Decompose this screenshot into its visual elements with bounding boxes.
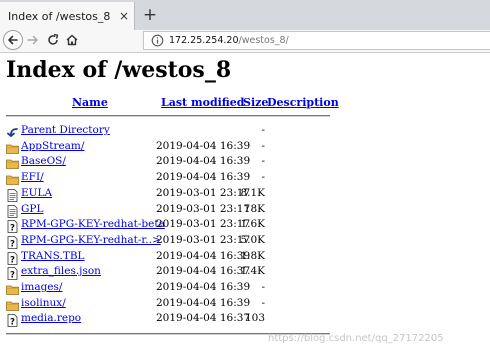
back-button[interactable] [3,30,23,50]
file-link[interactable]: EFI/ [21,171,44,183]
last-modified-cell: 2019-04-04 16:37 [156,312,251,325]
size-cell: 8.1K [240,186,265,199]
size-column-header[interactable]: Size [243,96,268,109]
last-modified-cell: 2019-03-01 23:17 [156,233,251,246]
file-row: ? TRANS.TBL 2019-04-04 16:39 1.8K [6,249,336,265]
file-row: ? RPM-GPG-KEY-redhat-r..> 2019-03-01 23:17… [6,233,336,249]
svg-text:?: ? [10,223,15,233]
file-row: GPL 2019-03-01 23:17 18K [6,202,336,218]
file-link[interactable]: BaseOS/ [21,155,66,167]
svg-text:?: ? [10,318,15,328]
last-modified-cell: 2019-04-04 16:39 [156,249,251,262]
size-cell: - [261,155,265,168]
file-link[interactable]: GPL [21,203,43,215]
size-cell: - [261,281,265,293]
forward-button[interactable] [26,32,40,48]
site-info-icon[interactable] [151,34,164,47]
size-cell: 103 [244,312,265,325]
url-text[interactable]: 172.25.254.20/westos_8/ [169,35,289,46]
description-column-header[interactable]: Description [267,96,339,109]
file-row: EFI/2019-04-04 16:39- [6,170,336,185]
home-button[interactable] [65,32,79,48]
unknown-file-icon: ? [6,265,19,281]
last-modified-cell: 2019-04-04 16:37 [156,265,251,278]
text-file-icon [6,203,19,218]
last-modified-cell: 2019-03-01 23:17 [156,186,251,199]
file-link[interactable]: RPM-GPG-KEY-redhat-beta [21,218,165,230]
page-title: Index of /westos_8 [6,57,232,83]
file-row: Parent Directory - [6,123,336,138]
name-column-header[interactable]: Name [72,96,108,109]
folder-icon [6,155,19,170]
unknown-file-icon: ? [6,234,19,249]
file-link[interactable]: extra_files.json [21,265,101,277]
svg-text:?: ? [10,255,15,265]
file-link[interactable]: Parent Directory [21,124,110,136]
file-row: isolinux/2019-04-04 16:39- [6,296,336,311]
unknown-file-icon: ? [6,250,19,265]
file-row: BaseOS/2019-04-04 16:39- [6,154,336,170]
address-bar[interactable]: 172.25.254.20/westos_8/ [143,31,490,50]
back-icon [6,124,19,137]
arrow-left-icon [8,35,18,45]
url-path: /westos_8/ [238,35,289,46]
unknown-file-icon: ? [6,312,19,328]
size-cell: 1.8K [240,249,265,262]
folder-icon [6,281,19,295]
size-cell: - [261,296,265,309]
file-link[interactable]: media.repo [21,312,81,324]
file-row: ? extra_files.json 2019-04-04 16:37 1.4K [6,264,336,281]
file-link[interactable]: AppStream/ [21,140,84,152]
size-cell: 1.4K [240,265,265,278]
size-cell: 5.0K [240,233,265,246]
file-row: images/2019-04-04 16:39- [6,280,336,295]
file-link[interactable]: RPM-GPG-KEY-redhat-r..> [21,234,161,246]
watermark-text: https://blog.csdn.net/qq_27172205 [268,333,444,344]
tab-title: Index of /westos_8 [8,10,111,23]
new-tab-button[interactable]: + [140,5,160,25]
home-icon [66,34,78,46]
file-link[interactable]: images/ [21,281,62,293]
last-modified-cell: 2019-03-01 23:17 [156,218,251,231]
unknown-file-icon: ? [6,218,19,233]
svg-text:?: ? [10,239,15,249]
last-modified-cell: 2019-04-04 16:39 [156,281,251,293]
size-cell: - [261,139,265,152]
last-modified-cell: 2019-03-01 23:17 [156,202,251,215]
folder-icon [6,140,19,154]
reload-button[interactable] [46,32,60,48]
file-link[interactable]: EULA [21,187,52,199]
last-modified-cell: 2019-04-04 16:39 [156,155,251,168]
directory-listing-page: Index of /westos_8 Name Last modified Si… [0,53,490,359]
size-cell: - [261,171,265,184]
last-modified-cell: 2019-04-04 16:39 [156,296,251,309]
navigation-bar: 172.25.254.20/westos_8/ [0,30,490,53]
file-link[interactable]: TRANS.TBL [21,250,85,262]
reload-icon [48,33,59,45]
size-cell: 18K [243,202,265,215]
last-modified-cell: 2019-04-04 16:39 [156,171,251,184]
tab-bar: Index of /westos_8 × + [0,0,490,30]
last-modified-cell: 2019-04-04 16:39 [156,139,251,152]
file-row: ? RPM-GPG-KEY-redhat-beta 2019-03-01 23:17… [6,217,336,233]
browser-tab[interactable]: Index of /westos_8 × [0,2,135,30]
last-modified-column-header[interactable]: Last modified [161,96,245,109]
file-row: AppStream/2019-04-04 16:39- [6,139,336,154]
file-row: ? media.repo 2019-04-04 16:37 103 [6,311,336,328]
url-host: 172.25.254.20 [169,35,239,46]
size-cell: 1.6K [240,218,265,231]
arrow-right-icon [27,35,38,45]
file-link[interactable]: isolinux/ [21,297,66,309]
folder-icon [6,297,19,311]
tab-close-button[interactable]: × [119,9,129,23]
text-file-icon [6,187,19,202]
file-row: EULA 2019-03-01 23:17 8.1K [6,186,336,202]
header-divider [6,115,330,117]
size-cell: - [261,124,265,136]
svg-text:?: ? [10,271,15,281]
folder-icon [6,171,19,185]
